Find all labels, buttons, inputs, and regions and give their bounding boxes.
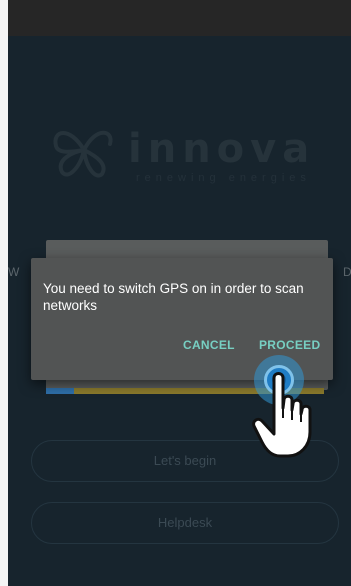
- obscured-text-right: D: [343, 265, 351, 279]
- brand-name: innova: [128, 126, 316, 172]
- card-accent-bar-blue: [46, 388, 76, 394]
- helpdesk-button[interactable]: Helpdesk: [31, 502, 339, 544]
- hand-pointer-icon: [252, 372, 312, 458]
- butterfly-logo-icon: [53, 130, 113, 178]
- logo: innova renewing energies: [48, 118, 338, 188]
- obscured-text-left: W: [8, 265, 20, 279]
- cancel-button[interactable]: CANCEL: [183, 338, 235, 352]
- proceed-button[interactable]: PROCEED: [259, 338, 320, 352]
- brand-tagline: renewing energies: [136, 172, 311, 184]
- app-screen: innova renewing energies W D You need to…: [8, 0, 351, 586]
- dialog-message: You need to switch GPS on in order to sc…: [43, 281, 304, 313]
- status-bar: [8, 0, 351, 36]
